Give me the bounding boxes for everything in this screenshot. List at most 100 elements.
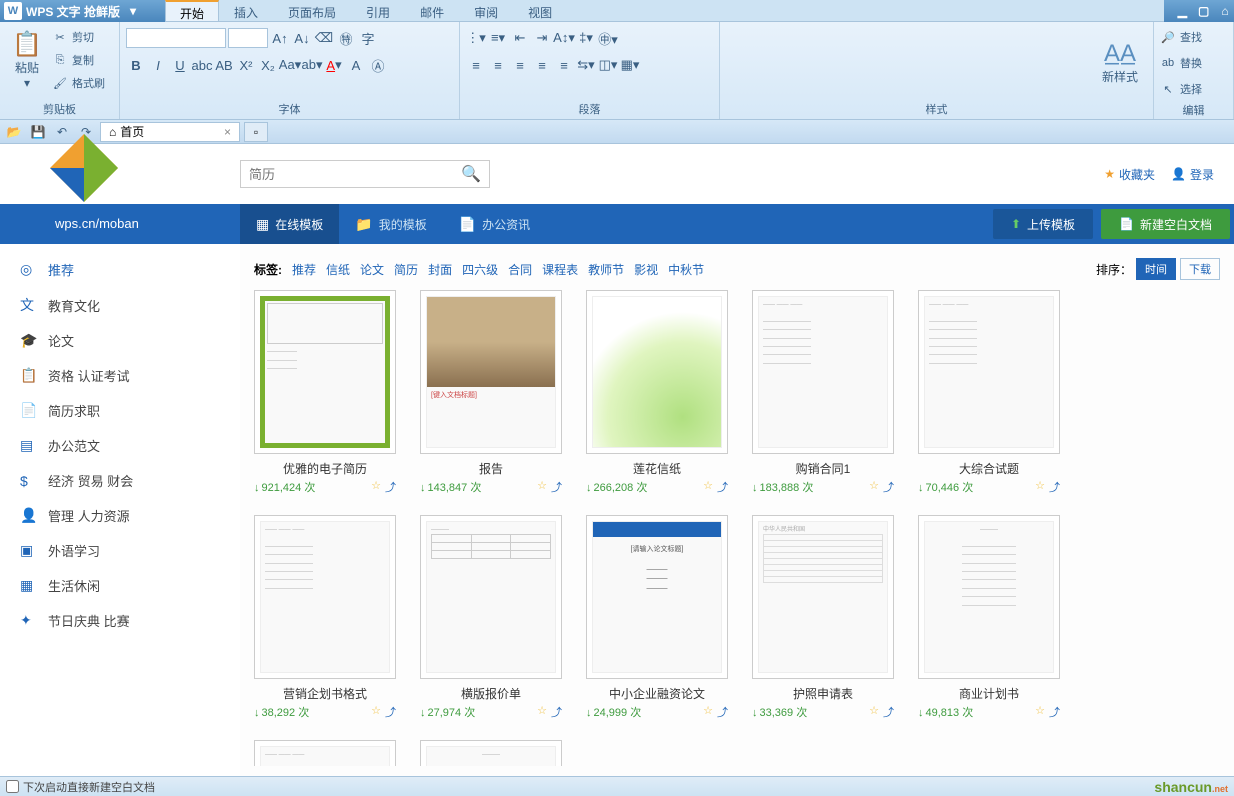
template-thumb[interactable]: ——— — [420, 515, 562, 679]
sidebar-item-8[interactable]: ▣外语学习 — [0, 533, 240, 568]
asian-layout-icon[interactable]: ㊥▾ — [598, 28, 618, 48]
tag-0[interactable]: 推荐 — [292, 261, 316, 278]
tag-6[interactable]: 合同 — [508, 261, 532, 278]
clear-format-icon[interactable]: ⌫ — [314, 28, 334, 48]
share-icon[interactable]: ⤴ — [1049, 479, 1060, 495]
bullets-icon[interactable]: ⋮▾ — [466, 28, 486, 48]
template-title[interactable]: 莲花信纸 — [633, 460, 681, 477]
template-title[interactable]: 护照申请表 — [793, 685, 853, 702]
tag-9[interactable]: 影视 — [634, 261, 658, 278]
emphasis-icon[interactable]: AB — [214, 55, 234, 75]
template-thumb[interactable]: —— —— ——————————————————————————————————… — [254, 515, 396, 679]
startup-blank-checkbox[interactable] — [6, 780, 19, 793]
template-thumb[interactable]: —— —— ——————————————————————————————————… — [752, 290, 894, 454]
share-icon[interactable]: ⤴ — [883, 479, 894, 495]
tab-icon[interactable]: ⇆▾ — [576, 55, 596, 75]
fav-icon[interactable]: ☆ — [371, 479, 381, 495]
template-thumb[interactable] — [586, 290, 728, 454]
template-title[interactable]: 商业计划书 — [959, 685, 1019, 702]
share-icon[interactable]: ⤴ — [385, 704, 396, 720]
fav-icon[interactable]: ☆ — [537, 704, 547, 720]
sidebar-item-0[interactable]: ◎推荐 — [0, 252, 240, 287]
new-style-button[interactable]: A̲A̲ 新样式 — [1099, 29, 1141, 97]
template-title[interactable]: 大综合试题 — [959, 460, 1019, 477]
template-thumb[interactable]: [请输入论文标题]————————— — [586, 515, 728, 679]
upload-template-button[interactable]: ⬆上传模板 — [993, 209, 1093, 239]
change-case-icon[interactable]: Aa▾ — [280, 55, 300, 75]
tag-1[interactable]: 信纸 — [326, 261, 350, 278]
tag-7[interactable]: 课程表 — [542, 261, 578, 278]
highlight-icon[interactable]: ab▾ — [302, 55, 322, 75]
new-tab-button[interactable]: ▫ — [244, 122, 268, 142]
sidebar-item-4[interactable]: 📄简历求职 — [0, 393, 240, 428]
search-box[interactable]: 🔍 — [240, 160, 490, 188]
share-icon[interactable]: ⤴ — [717, 704, 728, 720]
enclose-char-icon[interactable]: Ⓐ — [368, 55, 388, 75]
sort-time-button[interactable]: 时间 — [1136, 258, 1176, 280]
tag-5[interactable]: 四六级 — [462, 261, 498, 278]
numbering-icon[interactable]: ≡▾ — [488, 28, 508, 48]
fav-icon[interactable]: ☆ — [869, 704, 879, 720]
tag-8[interactable]: 教师节 — [588, 261, 624, 278]
underline-icon[interactable]: U — [170, 55, 190, 75]
strike-icon[interactable]: abc — [192, 55, 212, 75]
home-icon[interactable]: ⌂ — [1216, 4, 1234, 18]
template-title[interactable]: 优雅的电子简历 — [283, 460, 367, 477]
increase-font-icon[interactable]: A↑ — [270, 28, 290, 48]
border-icon[interactable]: ▦▾ — [620, 55, 640, 75]
italic-icon[interactable]: I — [148, 55, 168, 75]
sidebar-item-6[interactable]: $经济 贸易 财会 — [0, 463, 240, 498]
nav-tab-2[interactable]: 📄办公资讯 — [443, 204, 546, 244]
share-icon[interactable]: ⤴ — [385, 479, 396, 495]
indent-icon[interactable]: ⇥ — [532, 28, 552, 48]
select-button[interactable]: ↖选择 — [1160, 78, 1202, 100]
menu-tab-6[interactable]: 视图 — [513, 0, 567, 21]
fav-icon[interactable]: ☆ — [1035, 479, 1045, 495]
login-link[interactable]: 👤登录 — [1171, 166, 1214, 183]
template-thumb[interactable]: —— —— ——————————————————————————————————… — [918, 290, 1060, 454]
align-left-icon[interactable]: ≡ — [466, 55, 486, 75]
fav-icon[interactable]: ☆ — [703, 704, 713, 720]
tag-4[interactable]: 封面 — [428, 261, 452, 278]
template-title[interactable]: 横版报价单 — [461, 685, 521, 702]
template-thumb[interactable]: ——————————————— — [254, 290, 396, 454]
bold-icon[interactable]: B — [126, 55, 146, 75]
minimize-icon[interactable]: ▁ — [1173, 4, 1191, 18]
menu-tab-4[interactable]: 邮件 — [405, 0, 459, 21]
replace-button[interactable]: ab替换 — [1160, 52, 1202, 74]
search-input[interactable] — [249, 167, 461, 182]
outdent-icon[interactable]: ⇤ — [510, 28, 530, 48]
char-border-icon[interactable]: 字 — [358, 28, 378, 48]
decrease-font-icon[interactable]: A↓ — [292, 28, 312, 48]
shading-icon[interactable]: ◫▾ — [598, 55, 618, 75]
sidebar-item-7[interactable]: 👤管理 人力资源 — [0, 498, 240, 533]
search-icon[interactable]: 🔍 — [461, 164, 481, 184]
subscript-icon[interactable]: X₂ — [258, 55, 278, 75]
fav-icon[interactable]: ☆ — [869, 479, 879, 495]
menu-tab-0[interactable]: 开始 — [165, 0, 219, 21]
tag-2[interactable]: 论文 — [360, 261, 384, 278]
find-button[interactable]: 🔎查找 — [1160, 26, 1202, 48]
menu-tab-2[interactable]: 页面布局 — [273, 0, 351, 21]
tag-10[interactable]: 中秋节 — [668, 261, 704, 278]
sidebar-item-3[interactable]: 📋资格 认证考试 — [0, 358, 240, 393]
template-title[interactable]: 中小企业融资论文 — [609, 685, 705, 702]
sidebar-item-9[interactable]: ▦生活休闲 — [0, 568, 240, 603]
fav-icon[interactable]: ☆ — [537, 479, 547, 495]
sidebar-item-2[interactable]: 🎓论文 — [0, 323, 240, 358]
menu-tab-3[interactable]: 引用 — [351, 0, 405, 21]
share-icon[interactable]: ⤴ — [717, 479, 728, 495]
close-tab-icon[interactable]: × — [224, 125, 231, 139]
tab-home[interactable]: ⌂ 首页 × — [100, 122, 240, 142]
template-title[interactable]: 营销企划书格式 — [283, 685, 367, 702]
menu-tab-5[interactable]: 审阅 — [459, 0, 513, 21]
template-thumb[interactable]: 中华人民共和国 — [752, 515, 894, 679]
open-icon[interactable]: 📂 — [4, 122, 24, 142]
new-blank-doc-button[interactable]: 📄新建空白文档 — [1101, 209, 1230, 239]
font-size-select[interactable] — [228, 28, 268, 48]
align-right-icon[interactable]: ≡ — [510, 55, 530, 75]
template-thumb[interactable]: —— —— ——————————————————————————————————… — [254, 740, 396, 766]
sidebar-item-10[interactable]: ✦节日庆典 比赛 — [0, 603, 240, 638]
sidebar-item-1[interactable]: 文教育文化 — [0, 287, 240, 323]
font-color-icon[interactable]: A▾ — [324, 55, 344, 75]
